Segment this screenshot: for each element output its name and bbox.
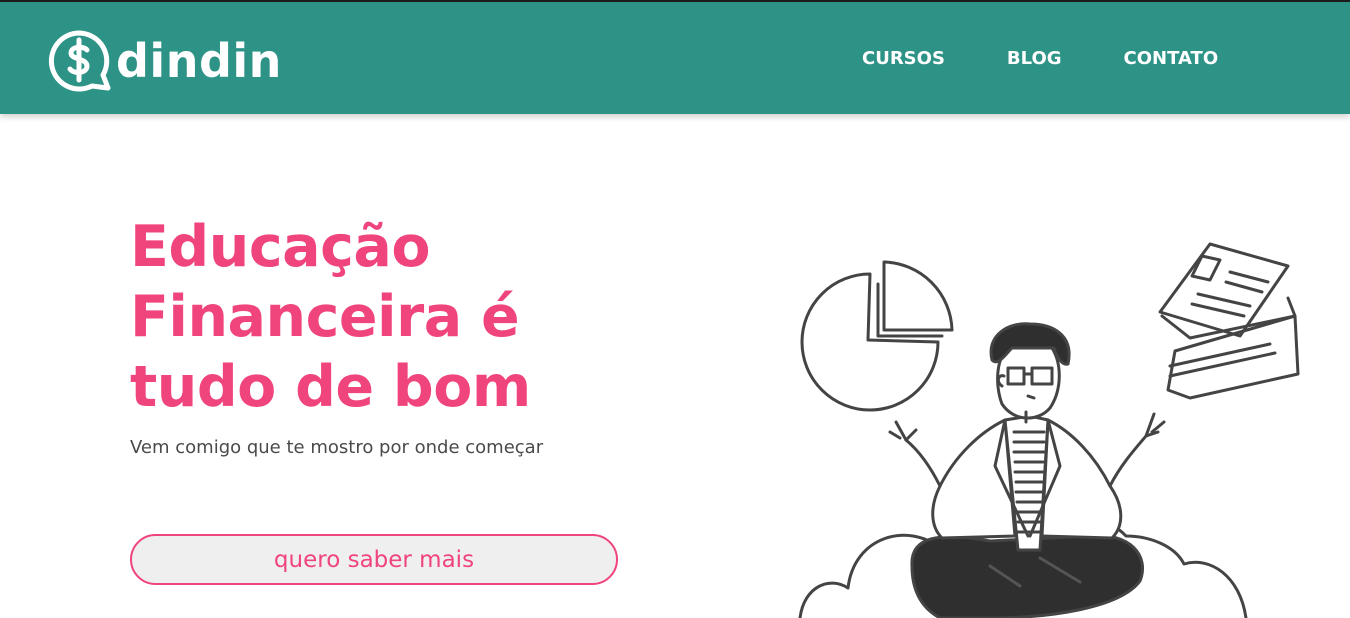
pie-chart-icon xyxy=(800,260,954,412)
logo-text: dindin xyxy=(116,34,282,88)
hero-illustration xyxy=(798,242,1300,618)
nav-link-blog[interactable]: BLOG xyxy=(1007,46,1062,72)
hero-title-line-1: Educação xyxy=(130,214,430,280)
nav-link-cursos[interactable]: CURSOS xyxy=(862,46,945,72)
document-stack-icon xyxy=(1158,242,1300,400)
cta-button[interactable]: quero saber mais xyxy=(130,534,618,585)
main-nav: CURSOS BLOG CONTATO xyxy=(862,46,1218,72)
hero-subtitle: Vem comigo que te mostro por onde começa… xyxy=(130,437,544,458)
dollar-speech-bubble-icon xyxy=(48,30,111,92)
hero-title-line-2: Financeira é xyxy=(130,284,520,350)
hero-title: Educação Financeira é tudo de bom xyxy=(130,212,650,422)
hero-title-line-3: tudo de bom xyxy=(130,354,531,420)
logo[interactable]: dindin xyxy=(46,26,282,96)
site-header: dindin CURSOS BLOG CONTATO xyxy=(0,0,1350,114)
nav-link-contato[interactable]: CONTATO xyxy=(1124,46,1219,72)
